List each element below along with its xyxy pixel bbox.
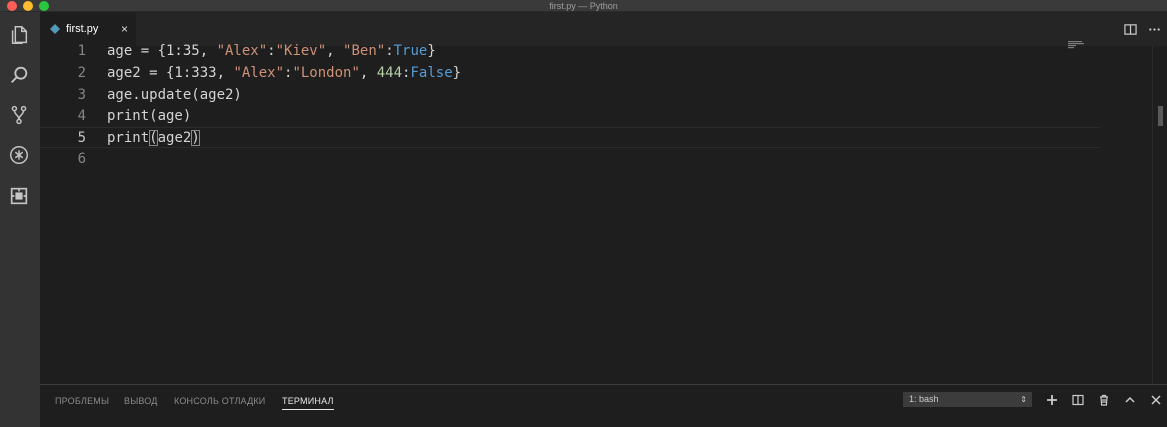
trash-icon[interactable] (1096, 392, 1112, 408)
extensions-icon[interactable] (6, 183, 32, 209)
code-text: age2 = {1:333, "Alex":"London", 444:Fals… (107, 65, 462, 81)
code-line: 3 age.update(age2) (40, 85, 1100, 106)
code-text: print(age2) (107, 130, 200, 146)
minimap[interactable] (1066, 41, 1126, 384)
line-number: 5 (77, 130, 86, 146)
add-terminal-icon[interactable] (1044, 392, 1060, 408)
tab-label: first.py (66, 23, 99, 35)
tab-output[interactable]: ВЫВОД (124, 396, 158, 406)
select-arrows-icon: ⇕ (1020, 395, 1027, 404)
window-title: first.py — Python (549, 1, 618, 11)
line-number: 2 (77, 65, 86, 81)
terminal-select-value: 1: bash (909, 394, 939, 404)
code-line: 1 age = {1:35, "Alex":"Kiev", "Ben":True… (40, 41, 1100, 62)
code-editor[interactable]: 1 age = {1:35, "Alex":"Kiev", "Ben":True… (40, 41, 1167, 384)
line-number: 3 (77, 87, 86, 103)
scroll-track (1152, 46, 1153, 384)
code-text: age = {1:35, "Alex":"Kiev", "Ben":True} (107, 43, 436, 59)
line-number: 6 (77, 151, 86, 167)
maximize-panel-icon[interactable] (1122, 392, 1138, 408)
terminal-select[interactable]: 1: bash ⇕ (903, 392, 1032, 407)
activity-bar (0, 12, 40, 427)
vertical-scrollbar[interactable] (1158, 106, 1163, 126)
code-line-current: 5 print(age2) (40, 127, 1100, 148)
tab-problems[interactable]: ПРОБЛЕМЫ (55, 396, 109, 406)
debug-icon[interactable] (6, 142, 32, 168)
search-icon[interactable] (6, 62, 32, 88)
python-file-icon (50, 24, 60, 34)
split-editor-icon[interactable] (1122, 21, 1138, 37)
minimap-preview (1068, 41, 1084, 49)
code-line: 2 age2 = {1:333, "Alex":"London", 444:Fa… (40, 63, 1100, 84)
bottom-panel: ПРОБЛЕМЫ ВЫВОД КОНСОЛЬ ОТЛАДКИ ТЕРМИНАЛ … (40, 384, 1167, 427)
code-text: age.update(age2) (107, 87, 242, 103)
line-number: 1 (77, 43, 86, 59)
code-line: 4 print(age) (40, 106, 1100, 127)
explorer-icon[interactable] (6, 22, 32, 48)
source-control-icon[interactable] (6, 102, 32, 128)
more-actions-icon[interactable] (1146, 21, 1162, 37)
close-tab-icon[interactable]: × (121, 22, 128, 36)
title-bar: first.py — Python (0, 0, 1167, 12)
code-text: print(age) (107, 108, 192, 124)
code-line: 6 (40, 149, 1100, 170)
tab-terminal[interactable]: ТЕРМИНАЛ (282, 396, 334, 410)
split-terminal-icon[interactable] (1070, 392, 1086, 408)
close-panel-icon[interactable] (1148, 392, 1164, 408)
line-number: 4 (77, 108, 86, 124)
tab-debug-console[interactable]: КОНСОЛЬ ОТЛАДКИ (174, 396, 265, 406)
